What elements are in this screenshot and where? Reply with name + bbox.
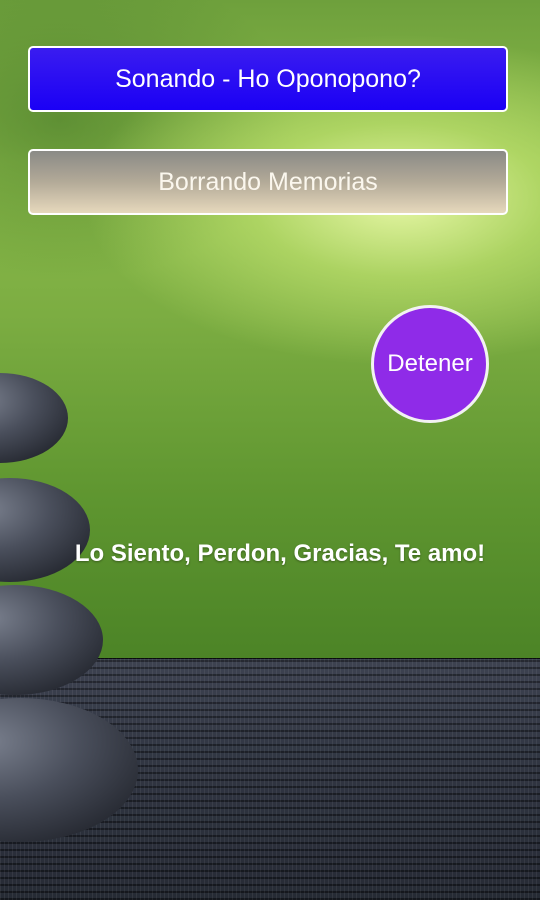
mantra-text: Lo Siento, Perdon, Gracias, Te amo! bbox=[74, 540, 486, 567]
now-playing-button[interactable]: Sonando - Ho Oponopono? bbox=[28, 46, 508, 112]
erasing-memories-button[interactable]: Borrando Memorias bbox=[28, 149, 508, 215]
stop-button[interactable]: Detener bbox=[371, 305, 489, 423]
bamboo-mat bbox=[0, 658, 540, 900]
